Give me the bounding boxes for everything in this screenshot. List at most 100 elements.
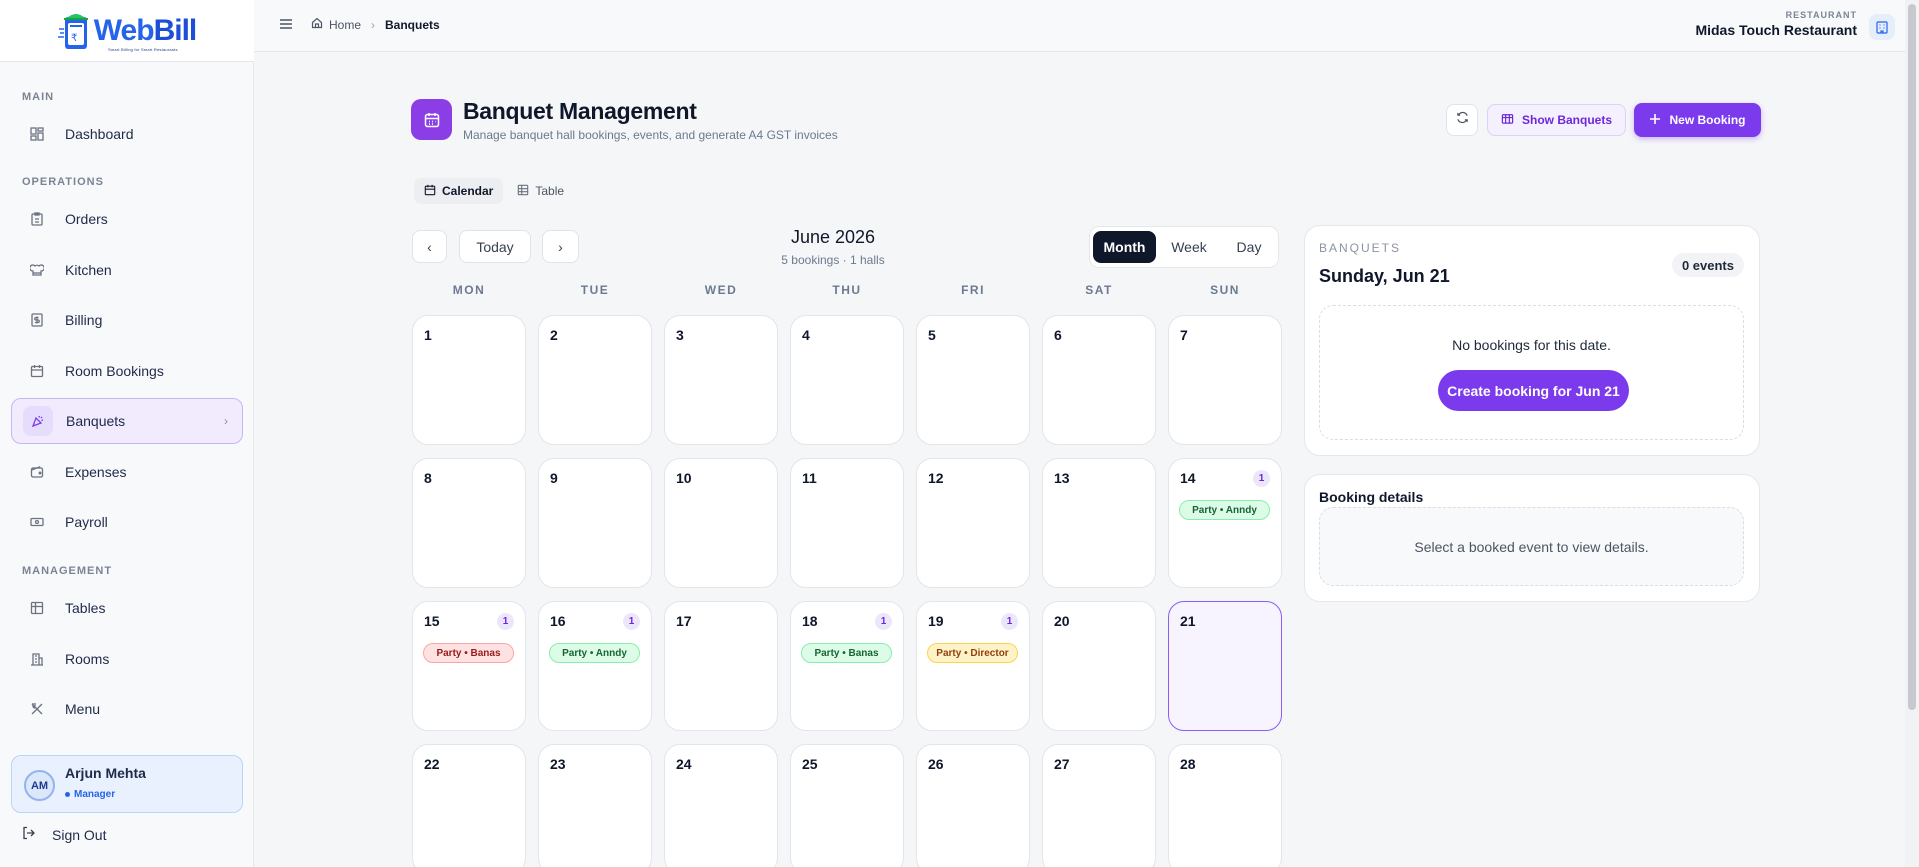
- day-number: 15: [424, 613, 440, 629]
- sidebar-item-menu[interactable]: Menu: [11, 686, 243, 732]
- range-week[interactable]: Week: [1158, 231, 1220, 263]
- grid-icon: [29, 126, 45, 142]
- restaurant-building-icon[interactable]: [1869, 14, 1895, 40]
- calendar-day-cell[interactable]: 7: [1168, 315, 1282, 445]
- sidebar-item-banquets[interactable]: Banquets ›: [11, 398, 243, 444]
- day-number: 10: [676, 470, 692, 486]
- sidebar-item-label: Menu: [65, 701, 101, 717]
- range-month[interactable]: Month: [1093, 231, 1156, 263]
- booking-count-badge: 1: [497, 613, 514, 630]
- calendar-day-cell[interactable]: 19 1 Party • Director: [916, 601, 1030, 731]
- banknote-icon: [29, 514, 45, 530]
- calendar-day-cell[interactable]: 6: [1042, 315, 1156, 445]
- calendar-day-cell[interactable]: 27: [1042, 744, 1156, 867]
- breadcrumb-home[interactable]: Home: [311, 17, 361, 32]
- sign-out-button[interactable]: Sign Out: [22, 826, 106, 843]
- next-month-button[interactable]: ›: [542, 230, 579, 263]
- calendar-day-cell[interactable]: 20: [1042, 601, 1156, 731]
- range-day[interactable]: Day: [1222, 231, 1276, 263]
- weekday-label: WED: [704, 283, 738, 297]
- create-booking-button[interactable]: Create booking for Jun 21: [1438, 370, 1629, 411]
- calendar-day-cell[interactable]: 16 1 Party • Anndy: [538, 601, 652, 731]
- calendar-day-cell[interactable]: 3: [664, 315, 778, 445]
- day-number: 7: [1180, 327, 1188, 343]
- new-booking-button[interactable]: New Booking: [1634, 103, 1761, 137]
- sidebar-item-payroll[interactable]: Payroll: [11, 499, 243, 545]
- event-chip[interactable]: Party • Anndy: [1179, 500, 1270, 520]
- prev-month-button[interactable]: ‹: [412, 230, 447, 263]
- today-button[interactable]: Today: [459, 230, 531, 263]
- sidebar-item-rooms[interactable]: Rooms: [11, 636, 243, 682]
- calendar-day-cell[interactable]: 12: [916, 458, 1030, 588]
- calendar-day-cell[interactable]: 28: [1168, 744, 1282, 867]
- sidebar-item-room-bookings[interactable]: Room Bookings: [11, 348, 243, 394]
- calendar-day-cell[interactable]: 11: [790, 458, 904, 588]
- new-booking-label: New Booking: [1669, 113, 1746, 127]
- party-popper-icon: [23, 406, 53, 436]
- booking-count-badge: 1: [875, 613, 892, 630]
- booking-details-panel: Booking details Select a booked event to…: [1304, 474, 1760, 602]
- calendar-day-cell[interactable]: 10: [664, 458, 778, 588]
- calendar-day-cell[interactable]: 9: [538, 458, 652, 588]
- sidebar-item-orders[interactable]: Orders: [11, 196, 243, 242]
- day-number: 14: [1180, 470, 1196, 486]
- calendar-day-cell[interactable]: 13: [1042, 458, 1156, 588]
- calendar-day-cell[interactable]: 26: [916, 744, 1030, 867]
- plus-icon: [1649, 113, 1661, 128]
- sidebar-item-dashboard[interactable]: Dashboard: [11, 111, 243, 157]
- refresh-button[interactable]: [1446, 104, 1478, 136]
- calendar-day-cell[interactable]: 8: [412, 458, 526, 588]
- event-chip[interactable]: Party • Banas: [423, 643, 514, 663]
- calendar-day-cell[interactable]: 25: [790, 744, 904, 867]
- day-number: 26: [928, 756, 944, 772]
- booking-count-badge: 1: [1001, 613, 1018, 630]
- brand-logo[interactable]: ₹ WebBill Smart Billing for Smart Restau…: [0, 0, 254, 62]
- empty-bookings-box: No bookings for this date. Create bookin…: [1319, 305, 1744, 440]
- refresh-icon: [1456, 111, 1469, 129]
- sidebar-item-billing[interactable]: Billing: [11, 297, 243, 343]
- chevron-left-icon: ‹: [427, 238, 432, 255]
- view-toggle: Calendar Table: [414, 178, 574, 204]
- calendar-day-cell[interactable]: 18 1 Party • Banas: [790, 601, 904, 731]
- sidebar-item-label: Room Bookings: [65, 363, 164, 379]
- sidebar-item-label: Rooms: [65, 651, 110, 667]
- sidebar-item-kitchen[interactable]: Kitchen: [11, 247, 243, 293]
- booking-count-badge: 1: [623, 613, 640, 630]
- day-number: 1: [424, 327, 432, 343]
- event-chip[interactable]: Party • Banas: [801, 643, 892, 663]
- event-chip[interactable]: Party • Anndy: [549, 643, 640, 663]
- day-number: 12: [928, 470, 944, 486]
- calendar-day-cell[interactable]: 17: [664, 601, 778, 731]
- calendar-icon: [29, 363, 45, 379]
- day-number: 28: [1180, 756, 1196, 772]
- sidebar: ₹ WebBill Smart Billing for Smart Restau…: [0, 0, 254, 867]
- calendar-day-cell[interactable]: 21: [1168, 601, 1282, 731]
- calendar-day-cell[interactable]: 24: [664, 744, 778, 867]
- page-scrollbar[interactable]: [1905, 0, 1919, 867]
- menu-toggle-icon[interactable]: [278, 16, 294, 32]
- user-card[interactable]: AM Arjun Mehta Manager: [11, 755, 243, 813]
- sidebar-item-expenses[interactable]: Expenses: [11, 449, 243, 495]
- calendar-day-cell[interactable]: 2: [538, 315, 652, 445]
- calendar-day-cell[interactable]: 15 1 Party • Banas: [412, 601, 526, 731]
- section-label-main: MAIN: [22, 91, 55, 103]
- calendar-day-cell[interactable]: 23: [538, 744, 652, 867]
- calendar-day-cell[interactable]: 1: [412, 315, 526, 445]
- calendar-day-cell[interactable]: 14 1 Party • Anndy: [1168, 458, 1282, 588]
- table-icon: [517, 184, 529, 199]
- tab-calendar[interactable]: Calendar: [414, 178, 504, 204]
- calendar-day-cell[interactable]: 4: [790, 315, 904, 445]
- building-icon: [1501, 112, 1514, 128]
- event-chip[interactable]: Party • Director: [927, 643, 1018, 663]
- chef-hat-icon: [29, 262, 45, 278]
- scrollbar-thumb[interactable]: [1908, 4, 1916, 710]
- calendar-day-cell[interactable]: 5: [916, 315, 1030, 445]
- day-number: 5: [928, 327, 936, 343]
- wallet-icon: [29, 464, 45, 480]
- sidebar-item-tables[interactable]: Tables: [11, 585, 243, 631]
- show-banquets-button[interactable]: Show Banquets: [1487, 104, 1626, 136]
- tab-table[interactable]: Table: [507, 178, 574, 204]
- calendar-day-cell[interactable]: 22: [412, 744, 526, 867]
- day-number: 17: [676, 613, 692, 629]
- logo-tagline: Smart Billing for Smart Restaurants: [108, 47, 178, 52]
